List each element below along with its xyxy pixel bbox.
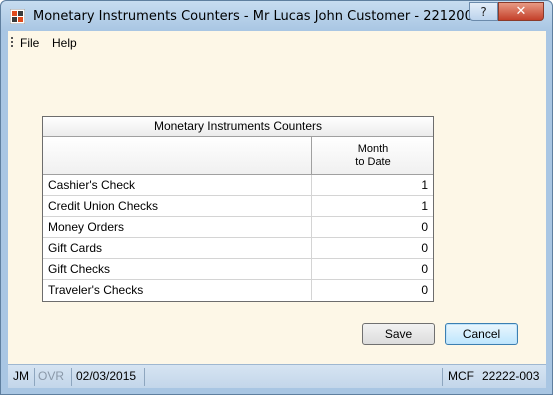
instrument-name: Traveler's Checks — [43, 280, 312, 300]
client-area: File Help Monetary Instruments Counters … — [8, 31, 546, 388]
window-title: Monetary Instruments Counters - Mr Lucas… — [33, 9, 482, 24]
menu-grip-icon[interactable] — [11, 37, 13, 49]
table-header-row: Month to Date — [43, 137, 433, 175]
status-divider — [144, 368, 145, 386]
column-header-instrument[interactable] — [43, 137, 312, 174]
table-row[interactable]: Gift Cards 0 — [43, 238, 433, 259]
month-to-date-value: 0 — [421, 283, 428, 297]
status-overwrite-mode: OVR — [38, 369, 65, 383]
table-row[interactable]: Cashier's Check 1 — [43, 175, 433, 196]
instrument-name: Gift Cards — [43, 238, 312, 258]
cancel-button[interactable]: Cancel — [445, 323, 518, 345]
table-row[interactable]: Money Orders 0 — [43, 217, 433, 238]
application-window: Monetary Instruments Counters - Mr Lucas… — [0, 0, 553, 395]
status-mcf: MCF — [448, 369, 474, 383]
status-user: JM — [13, 369, 29, 383]
status-divider — [442, 368, 443, 386]
table-title: Monetary Instruments Counters — [43, 117, 433, 137]
month-to-date-value: 1 — [421, 199, 428, 213]
save-button[interactable]: Save — [362, 323, 435, 345]
month-to-date-value: 0 — [421, 220, 428, 234]
help-button[interactable]: ? — [469, 2, 498, 21]
table-row[interactable]: Traveler's Checks 0 — [43, 280, 433, 301]
instrument-name: Gift Checks — [43, 259, 312, 279]
status-divider — [34, 368, 35, 386]
column-header-month-to-date[interactable]: Month to Date — [313, 143, 433, 169]
menu-help[interactable]: Help — [52, 36, 77, 50]
close-button[interactable]: ✕ — [498, 2, 544, 21]
instrument-name: Money Orders — [43, 217, 312, 237]
month-to-date-value: 0 — [421, 262, 428, 276]
instrument-name: Cashier's Check — [43, 175, 312, 195]
title-bar[interactable]: Monetary Instruments Counters - Mr Lucas… — [1, 1, 552, 31]
app-logo-icon — [10, 9, 25, 24]
counters-table: Monetary Instruments Counters Month to D… — [42, 116, 434, 302]
column-header-line1: Month — [357, 143, 389, 155]
status-divider — [71, 368, 72, 386]
column-header-line2: to Date — [355, 156, 391, 168]
menu-bar: File Help — [8, 31, 546, 54]
status-date: 02/03/2015 — [76, 369, 137, 383]
status-code: 22222-003 — [482, 369, 540, 383]
table-row[interactable]: Credit Union Checks 1 — [43, 196, 433, 217]
table-row[interactable]: Gift Checks 0 — [43, 259, 433, 280]
month-to-date-value: 1 — [421, 178, 428, 192]
instrument-name: Credit Union Checks — [43, 196, 312, 216]
month-to-date-value: 0 — [421, 241, 428, 255]
menu-file[interactable]: File — [20, 36, 39, 50]
status-bar: JM OVR 02/03/2015 MCF 22222-003 — [8, 364, 546, 388]
